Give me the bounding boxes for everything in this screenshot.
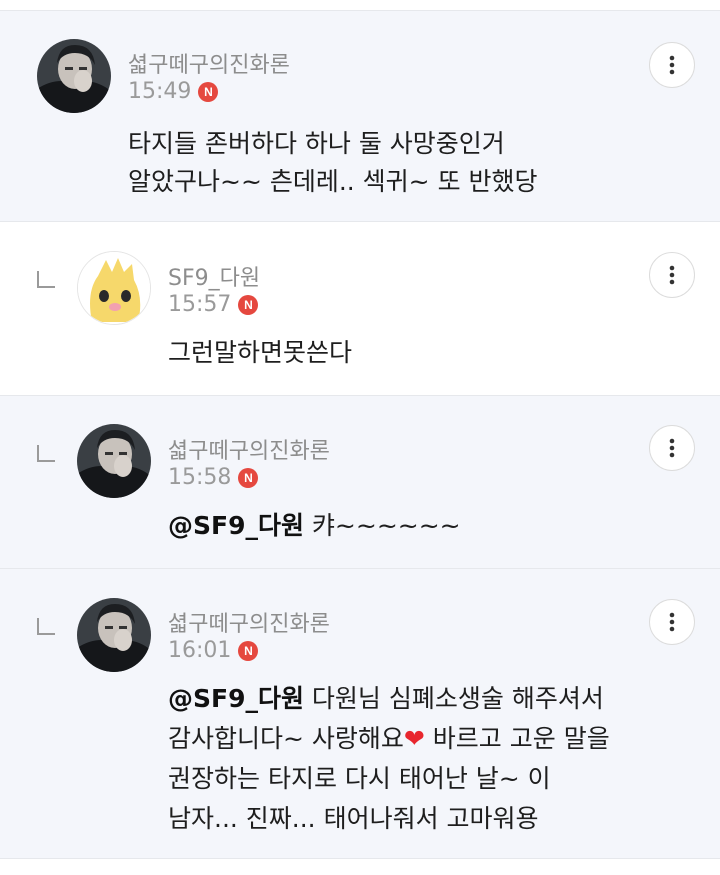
author-nickname[interactable]: SF9_다원 bbox=[168, 260, 260, 292]
avatar[interactable] bbox=[37, 39, 111, 113]
comment-meta: 15:57 N bbox=[168, 292, 259, 317]
comment-time: 16:01 bbox=[168, 638, 232, 663]
author-nickname[interactable]: 셟구떼구의진화론 bbox=[128, 47, 290, 79]
comment-time: 15:57 bbox=[168, 292, 232, 317]
comment-text: 그런말하면못쓴다 bbox=[168, 338, 353, 367]
comment-time: 15:49 bbox=[128, 79, 192, 104]
comment-meta: 16:01 N bbox=[168, 638, 259, 663]
comment-time: 15:58 bbox=[168, 465, 232, 490]
author-nickname[interactable]: 셟구떼구의진화론 bbox=[168, 433, 330, 465]
comment-text: @SF9_다원 캬~~~~~~ bbox=[168, 507, 461, 545]
avatar[interactable] bbox=[77, 598, 151, 672]
comment-item: 셟구떼구의진화론 15:49 N 타지들 존버하다 하나 둘 사망중인거 알았구… bbox=[0, 10, 720, 222]
reply-arrow-icon bbox=[37, 618, 55, 635]
more-options-button[interactable] bbox=[649, 42, 695, 88]
reply-item: 셟구떼구의진화론 16:01 N @SF9_다원 다원님 심폐소생술 해주셔서 … bbox=[0, 569, 720, 859]
comment-list: 셟구떼구의진화론 15:49 N 타지들 존버하다 하나 둘 사망중인거 알았구… bbox=[0, 0, 720, 875]
comment-meta: 15:49 N bbox=[128, 79, 219, 104]
more-vertical-icon bbox=[669, 438, 675, 458]
more-vertical-icon bbox=[669, 265, 675, 285]
comment-meta: 15:58 N bbox=[168, 465, 259, 490]
mention-link[interactable]: @SF9_다원 bbox=[168, 511, 304, 540]
more-options-button[interactable] bbox=[649, 599, 695, 645]
reply-item: SF9_다원 15:57 N 그런말하면못쓴다 bbox=[0, 222, 720, 396]
comment-text: @SF9_다원 다원님 심폐소생술 해주셔서 감사합니다~ 사랑해요❤ 바르고 … bbox=[168, 679, 688, 839]
more-vertical-icon bbox=[669, 612, 675, 632]
reply-arrow-icon bbox=[37, 445, 55, 462]
new-badge: N bbox=[238, 467, 259, 488]
comment-text: 타지들 존버하다 하나 둘 사망중인거 알았구나~~ 츤데레.. 섹귀~ 또 반… bbox=[128, 129, 538, 196]
author-nickname[interactable]: 셟구떼구의진화론 bbox=[168, 606, 330, 638]
heart-emoji: ❤ bbox=[403, 724, 425, 753]
reply-item: 셟구떼구의진화론 15:58 N @SF9_다원 캬~~~~~~ bbox=[0, 396, 720, 569]
reply-arrow-icon bbox=[37, 271, 55, 288]
new-badge: N bbox=[198, 81, 219, 102]
new-badge: N bbox=[238, 640, 259, 661]
avatar[interactable] bbox=[77, 251, 151, 325]
mention-link[interactable]: @SF9_다원 bbox=[168, 684, 304, 713]
new-badge: N bbox=[238, 294, 259, 315]
more-options-button[interactable] bbox=[649, 425, 695, 471]
avatar[interactable] bbox=[77, 424, 151, 498]
more-vertical-icon bbox=[669, 55, 675, 75]
comment-text-body: 캬~~~~~~ bbox=[303, 511, 461, 540]
more-options-button[interactable] bbox=[649, 252, 695, 298]
